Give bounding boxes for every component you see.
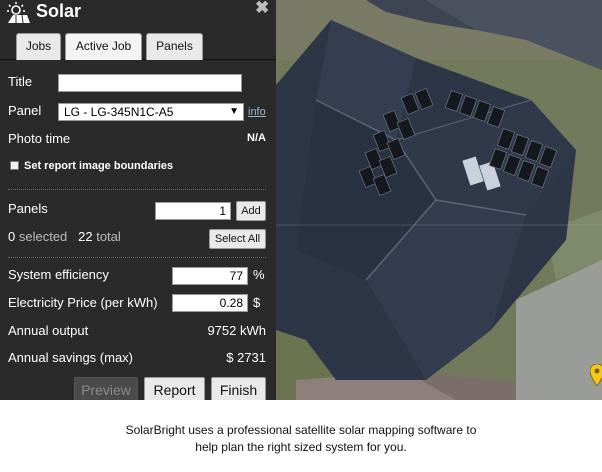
- caption-line-1: SolarBright uses a professional satellit…: [125, 423, 477, 437]
- app-title: Solar: [36, 1, 82, 21]
- divider: [8, 257, 266, 258]
- select-all-button[interactable]: Select All: [209, 229, 266, 249]
- report-boundaries-checkbox[interactable]: [10, 161, 19, 170]
- tab-panels[interactable]: Panels: [146, 33, 203, 60]
- annual-output-value: 9752 kWh: [207, 323, 266, 338]
- footer-buttons: Preview Report Finish: [0, 372, 276, 400]
- efficiency-label: System efficiency: [8, 267, 109, 282]
- panel-selection-summary: 0 selected 22 total: [8, 229, 121, 244]
- close-icon[interactable]: ✖: [255, 0, 269, 16]
- price-label: Electricity Price (per kWh): [8, 295, 158, 310]
- tab-active-job[interactable]: Active Job: [65, 33, 142, 60]
- selected-word: selected: [18, 229, 68, 244]
- satellite-map[interactable]: [276, 0, 602, 400]
- finish-button[interactable]: Finish: [211, 377, 266, 400]
- caption: SolarBright uses a professional satellit…: [0, 422, 602, 456]
- tab-bar: Jobs Active Job Panels: [0, 33, 276, 60]
- annual-output-label: Annual output: [8, 323, 89, 338]
- efficiency-input[interactable]: [172, 267, 248, 285]
- title-bar: Solar ✖: [0, 0, 276, 28]
- panel-select-value: LG - LG-345N1C-A5: [64, 105, 174, 119]
- report-boundaries-label[interactable]: Set report image boundaries: [24, 160, 173, 172]
- annual-savings-value: $ 2731: [226, 350, 266, 365]
- panel-info-link[interactable]: info: [248, 106, 266, 118]
- caption-line-2: help plan the right sized system for you…: [195, 440, 407, 454]
- add-panel-button[interactable]: Add: [236, 201, 266, 221]
- panel-select[interactable]: LG - LG-345N1C-A5 ▼: [58, 103, 244, 121]
- map-pin-icon[interactable]: [590, 364, 602, 386]
- title-label: Title: [8, 74, 33, 89]
- divider: [8, 189, 266, 190]
- panels-label: Panels: [8, 201, 48, 216]
- price-input[interactable]: [172, 294, 248, 312]
- annual-savings-label: Annual savings (max): [8, 350, 133, 365]
- price-unit: $: [253, 295, 261, 310]
- satellite-image: [276, 0, 602, 400]
- photo-time-label: Photo time: [8, 131, 71, 146]
- efficiency-unit: %: [253, 267, 265, 282]
- tab-jobs[interactable]: Jobs: [16, 33, 61, 60]
- preview-button[interactable]: Preview: [74, 377, 138, 400]
- panel-label: Panel: [8, 103, 42, 118]
- report-button[interactable]: Report: [144, 377, 205, 400]
- photo-time-value: N/A: [247, 132, 266, 144]
- total-count: 22: [78, 229, 93, 244]
- sun-house-icon: [7, 2, 30, 24]
- total-word: total: [96, 229, 121, 244]
- dropdown-arrow-icon: ▼: [229, 106, 239, 117]
- panel-count-input[interactable]: [155, 202, 231, 220]
- solar-sidebar: Solar ✖ Jobs Active Job Panels Title Pan…: [0, 0, 276, 400]
- title-input[interactable]: [58, 74, 242, 92]
- selected-count: 0: [8, 229, 16, 244]
